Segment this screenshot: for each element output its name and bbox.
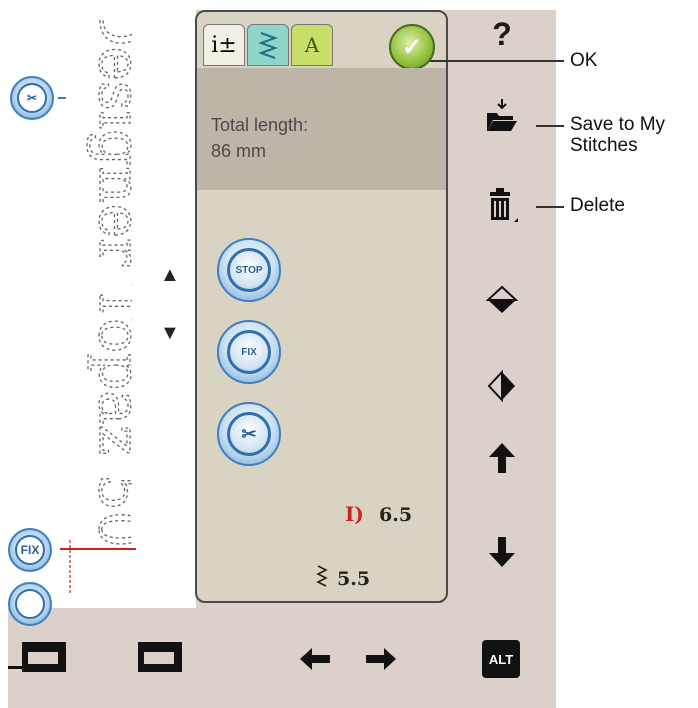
stitch-preview: Designer Topaz 50: [69, 20, 132, 595]
ok-callout: OK: [570, 50, 598, 71]
save-to-my-stitches-button[interactable]: [482, 96, 522, 136]
folder-download-icon: [487, 99, 517, 131]
help-button[interactable]: ?: [482, 14, 522, 54]
stitch-preview-text: Designer Topaz 50: [86, 20, 132, 548]
total-length-label: Total length:: [211, 115, 309, 135]
scroll-down-button[interactable]: ▼: [160, 322, 180, 345]
font-icon: A: [304, 33, 320, 57]
total-length: Total length: 86 mm: [211, 112, 308, 164]
machine-screen: Designer Topaz 50 ✂ FIX ▲ ▼ i± A ✓ Total…: [8, 10, 556, 708]
delete-callout-line: [536, 206, 564, 208]
mirror-vertical-icon: [486, 285, 518, 313]
stitch-zigzag-icon: [258, 32, 278, 59]
total-length-value: 86 mm: [211, 141, 267, 161]
arrow-left-icon[interactable]: [298, 646, 332, 672]
mirror-vertical-button[interactable]: [482, 280, 522, 320]
save-callout-line: [536, 125, 564, 127]
scissors-icon: ✂: [227, 412, 271, 456]
scissors-icon: ✂: [17, 83, 47, 113]
bottom-bar: ALT: [8, 608, 556, 708]
stop-button[interactable]: STOP: [217, 238, 281, 302]
fix-button[interactable]: FIX: [217, 320, 281, 384]
side-fix-button[interactable]: FIX: [8, 528, 52, 572]
scroll-up-button[interactable]: ▲: [160, 264, 180, 287]
stitch-length-value: 6.5: [379, 504, 413, 526]
arrow-down-icon: [489, 537, 515, 567]
alt-button[interactable]: ALT: [482, 640, 520, 678]
ok-button[interactable]: ✓: [389, 24, 435, 70]
sewing-machine-right-icon[interactable]: [134, 638, 184, 678]
trash-icon: [490, 188, 518, 222]
tab-stitch[interactable]: [247, 24, 289, 66]
mirror-horizontal-button[interactable]: [482, 366, 522, 406]
sewing-machine-left-icon[interactable]: [8, 638, 70, 678]
stitch-width-value: 5.5: [337, 568, 371, 590]
arrow-up-icon: [489, 443, 515, 473]
tab-font[interactable]: A: [291, 24, 333, 66]
delete-button[interactable]: [482, 186, 522, 226]
cut-button[interactable]: ✂: [217, 402, 281, 466]
fix-icon: FIX: [15, 535, 45, 565]
move-up-button[interactable]: [482, 438, 522, 478]
stitch-width-icon: [316, 565, 328, 587]
save-callout: Save to My Stitches: [570, 114, 666, 156]
delete-callout: Delete: [570, 195, 625, 216]
sewing-area: Designer Topaz 50 ✂ FIX: [8, 10, 196, 626]
tab-info[interactable]: i±: [203, 24, 245, 66]
mirror-horizontal-icon: [487, 370, 515, 402]
ok-callout-line: [430, 60, 564, 62]
info-panel: i± A ✓ Total length: 86 mm STOP FIX ✂ I)…: [195, 10, 448, 603]
stitch-length-icon: I): [345, 502, 364, 526]
info-area: Total length: 86 mm: [197, 68, 446, 190]
stitch-position-line: [60, 548, 136, 550]
arrow-right-icon[interactable]: [364, 646, 398, 672]
fix-icon: FIX: [227, 330, 271, 374]
move-down-button[interactable]: [482, 532, 522, 572]
cut-marker: [58, 97, 66, 99]
side-cut-button[interactable]: ✂: [10, 76, 54, 120]
stop-icon: STOP: [227, 248, 271, 292]
